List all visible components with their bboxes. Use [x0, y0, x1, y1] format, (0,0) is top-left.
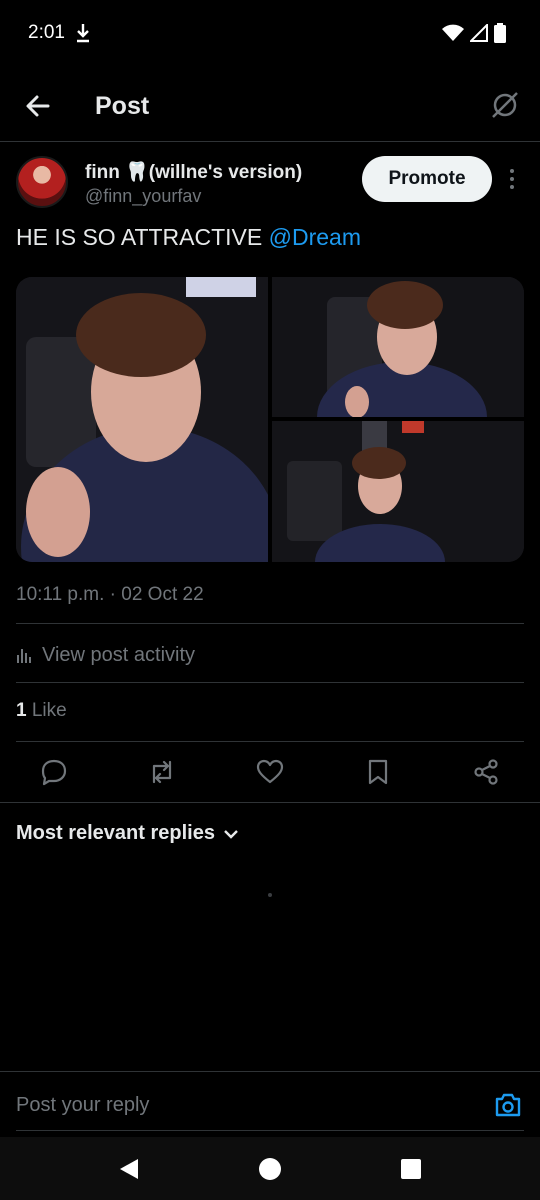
- likes-count[interactable]: 1 Like: [16, 700, 67, 722]
- likes-label: Like: [26, 700, 67, 721]
- likes-number: 1: [16, 700, 27, 721]
- signal-icon: [470, 24, 488, 42]
- replies-sort-dropdown[interactable]: Most relevant replies: [16, 822, 239, 845]
- post-actions: [0, 752, 540, 792]
- mention-link[interactable]: @Dream: [269, 224, 361, 250]
- top-app-bar: Post: [0, 72, 540, 142]
- download-icon: [77, 24, 89, 43]
- media-grid: [16, 277, 524, 562]
- post-body: HE IS SO ATTRACTIVE: [16, 224, 269, 250]
- promote-button[interactable]: Promote: [362, 156, 492, 202]
- divider: [16, 623, 524, 624]
- wifi-icon: [442, 24, 464, 41]
- chevron-down-icon: [224, 829, 238, 839]
- reply-underline: [16, 1130, 524, 1131]
- view-post-activity[interactable]: View post activity: [16, 640, 195, 670]
- share-icon[interactable]: [472, 758, 500, 786]
- nav-back-icon[interactable]: [117, 1157, 141, 1181]
- bar-chart-icon: [17, 649, 31, 663]
- repost-icon[interactable]: [148, 758, 176, 786]
- replies-sort-label: Most relevant replies: [16, 822, 215, 844]
- view-activity-label: View post activity: [42, 643, 196, 666]
- loading-indicator: [268, 893, 272, 897]
- camera-icon[interactable]: [494, 1092, 522, 1118]
- post-text: HE IS SO ATTRACTIVE @Dream: [16, 224, 361, 251]
- status-icons: [442, 22, 506, 44]
- bookmark-icon[interactable]: [364, 758, 392, 786]
- post-author: finn 🦷(willne's version) @finn_yourfav P…: [16, 156, 524, 216]
- author-name[interactable]: finn 🦷(willne's version): [85, 160, 302, 184]
- author-handle[interactable]: @finn_yourfav: [85, 186, 201, 207]
- post-timestamp: 10:11 p.m. · 02 Oct 22: [16, 584, 204, 605]
- reply-composer: [0, 1071, 540, 1137]
- reply-input[interactable]: [16, 1090, 476, 1120]
- status-time: 2:01: [28, 22, 65, 43]
- post-photo-3[interactable]: [272, 421, 524, 562]
- no-signal-icon[interactable]: [488, 88, 522, 122]
- divider: [16, 741, 524, 742]
- more-vertical-icon[interactable]: [504, 166, 520, 192]
- nav-home-icon[interactable]: [258, 1157, 282, 1181]
- nav-recents-icon[interactable]: [399, 1157, 423, 1181]
- status-bar: 2:01: [0, 0, 540, 68]
- divider: [16, 682, 524, 683]
- post-photo-1[interactable]: [16, 277, 268, 562]
- divider: [0, 802, 540, 803]
- post-photo-2[interactable]: [272, 277, 524, 417]
- system-nav-bar: [0, 1137, 540, 1200]
- avatar[interactable]: [16, 156, 68, 208]
- page-title: Post: [95, 92, 150, 120]
- back-arrow-icon[interactable]: [22, 90, 54, 122]
- reply-icon[interactable]: [40, 758, 68, 786]
- battery-icon: [494, 23, 506, 43]
- like-icon[interactable]: [256, 758, 284, 786]
